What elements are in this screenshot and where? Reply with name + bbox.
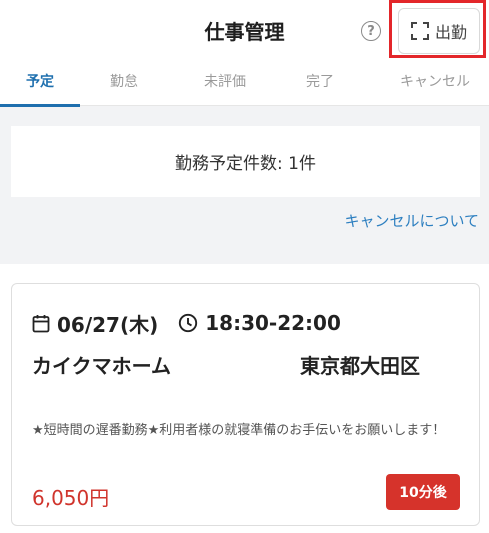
tab-completed[interactable]: 完了 [280,60,360,106]
scheduled-count-summary: 勤務予定件数: 1件 [11,126,480,197]
tab-cancelled[interactable]: キャンセル [385,60,485,106]
cancellation-info-link[interactable]: キャンセルについて [344,210,479,231]
job-wage: 6,050円 [32,486,110,510]
company-name: カイクマホーム [32,354,171,378]
scan-frame-icon [410,22,429,40]
job-datetime-row: 06/27(木) 18:30-22:00 [32,308,341,338]
app-header: 仕事管理 ? 出勤 [0,0,489,60]
clock-in-button[interactable]: 出勤 [398,8,480,54]
tab-bar: 予定 勤怠 未評価 完了 キャンセル [0,60,489,107]
start-time-badge: 10分後 [386,474,460,510]
tab-scheduled[interactable]: 予定 [0,60,80,107]
tab-unrated[interactable]: 未評価 [180,60,270,106]
job-date: 06/27(木) [57,312,159,337]
tab-attendance[interactable]: 勤怠 [84,60,164,106]
active-tab-underline [0,104,80,107]
job-time: 18:30-22:00 [205,311,341,335]
job-card[interactable]: 06/27(木) 18:30-22:00 カイクマホーム 東京都大田区 ★短時間… [11,283,480,526]
scheduled-count-text: 勤務予定件数: 1件 [175,154,316,174]
question-circle-icon[interactable]: ? [361,21,381,41]
job-location: 東京都大田区 [300,354,420,378]
clock-icon [179,313,198,333]
calendar-icon [32,314,50,332]
job-description: ★短時間の遅番勤務★利用者様の就寝準備のお手伝いをお願いします！ [32,423,446,438]
clock-in-label: 出勤 [434,23,467,42]
